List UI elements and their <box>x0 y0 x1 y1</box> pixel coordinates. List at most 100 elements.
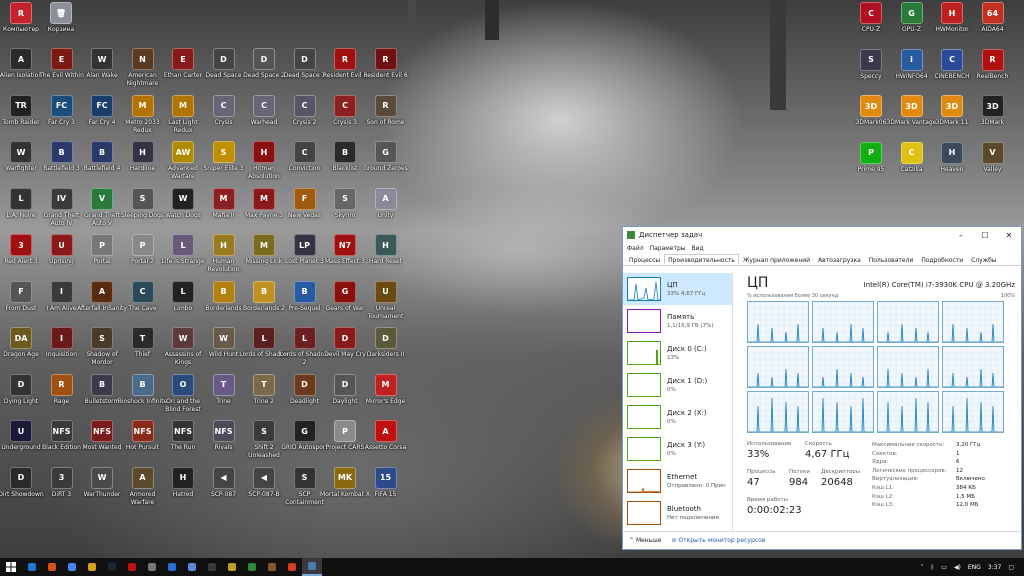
menu-file[interactable]: Файл <box>627 245 644 252</box>
tab-startup[interactable]: Автозагрузка <box>814 254 865 265</box>
desktop-icon[interactable]: D Dead Space <box>201 48 247 94</box>
desktop-icon[interactable]: D Dirt Showdown <box>0 466 44 513</box>
desktop-icon[interactable]: B Bulletstorm <box>79 373 125 420</box>
desktop-icon[interactable]: E The Evil Within <box>39 48 85 94</box>
desktop-icon[interactable]: B Borderlands 2 <box>241 280 287 327</box>
menu-options[interactable]: Параметры <box>650 245 686 252</box>
desktop-icon[interactable]: C Catzilla <box>889 141 935 188</box>
desktop-icon[interactable]: W Assassins of Kings <box>160 327 206 373</box>
desktop-icon[interactable]: T Trine 2 <box>241 373 287 420</box>
desktop-icon[interactable]: F From Dust <box>0 280 44 327</box>
title-bar[interactable]: Диспетчер задач – ☐ ✕ <box>623 227 1021 243</box>
desktop-icon[interactable]: P Portal 2 <box>120 234 166 280</box>
desktop-icon[interactable]: NFS Most Wanted <box>79 420 125 466</box>
tab-details[interactable]: Подробности <box>917 254 967 265</box>
desktop-icon[interactable]: A Armored Warfare <box>120 466 166 513</box>
desktop-icon[interactable]: i HWiNFO64 <box>889 48 935 95</box>
taskbar-app-button[interactable] <box>242 558 262 576</box>
desktop-icon[interactable]: R Resident Evil 6 <box>363 48 409 94</box>
fewer-details-button[interactable]: ⌃ Меньше <box>629 537 661 544</box>
task-manager-window[interactable]: Диспетчер задач – ☐ ✕ Файл Параметры Вид… <box>622 226 1022 550</box>
desktop-icon[interactable]: N American Nightmare <box>120 48 166 94</box>
desktop-icon[interactable]: D Daylight <box>322 373 368 420</box>
desktop-icon[interactable]: D Devil May Cry <box>322 327 368 373</box>
desktop-icon[interactable]: 3D 3DMark06 <box>848 95 894 141</box>
resource-item[interactable]: Диск 1 (D:) 0% <box>623 369 732 401</box>
desktop-icon[interactable]: R Resident Evil 5 <box>322 48 368 94</box>
desktop-icon[interactable]: D Dead Space 3 <box>282 48 328 94</box>
desktop-icon[interactable]: H Human Revolution <box>201 234 247 280</box>
desktop-icon[interactable]: NFS The Run <box>160 420 206 466</box>
taskbar-app-button[interactable] <box>142 558 162 576</box>
tab-users[interactable]: Пользователи <box>865 254 918 265</box>
desktop-icon[interactable]: 🗑 Корзина <box>38 2 84 48</box>
minimize-button[interactable]: – <box>949 227 973 243</box>
desktop-icon[interactable]: G GPU-Z <box>889 2 935 48</box>
desktop-icon[interactable]: D Dying Light <box>0 373 44 420</box>
desktop-icon[interactable]: P Prime 95 <box>848 141 894 188</box>
tab-performance[interactable]: Производительность <box>664 254 739 265</box>
desktop-icon[interactable]: SSCP Containment Breach <box>282 466 328 513</box>
desktop-icon[interactable]: M Mafia II <box>201 187 247 234</box>
desktop-icon[interactable]: U Unreal Tournament <box>363 280 409 327</box>
taskbar-app-button[interactable] <box>222 558 242 576</box>
desktop-icon[interactable]: B Pre-Sequel <box>282 280 328 327</box>
desktop-icon[interactable]: L Lords of Shadow 2 <box>280 327 329 373</box>
desktop-icon[interactable]: D Dead Space 2 <box>241 48 287 94</box>
desktop-icon[interactable]: P Portal <box>79 234 125 280</box>
start-button[interactable] <box>0 558 22 576</box>
resource-item[interactable]: Ethernet Отправлено: 0 Прин <box>623 465 732 497</box>
desktop-icon[interactable]: 64 AIDA64 <box>970 2 1016 48</box>
tray-up-arrow-icon[interactable]: ˄ <box>921 564 924 571</box>
desktop-icon[interactable]: U Uprising <box>39 234 85 280</box>
desktop-icon[interactable]: FC Far Cry 3 <box>39 94 85 141</box>
volume-icon[interactable]: ◀) <box>954 564 961 571</box>
language-indicator[interactable]: ENG <box>968 564 981 571</box>
desktop-icon[interactable]: 3D 3DMark 11 <box>929 95 975 141</box>
desktop-icon[interactable]: S Sleeping Dogs <box>120 187 166 234</box>
desktop-icon[interactable]: M Mirror's Edge <box>363 373 409 420</box>
desktop-icon[interactable]: O Ori and the Blind Forest <box>160 373 206 420</box>
desktop-icon[interactable]: M Missing Link <box>241 234 287 280</box>
desktop-icon[interactable]: B Battlefield 3 <box>39 141 85 187</box>
taskbar-app-button[interactable] <box>302 558 322 576</box>
taskbar-app-button[interactable] <box>262 558 282 576</box>
taskbar-app-button[interactable] <box>162 558 182 576</box>
desktop-icon[interactable]: S Speccy <box>848 48 894 95</box>
desktop-icon[interactable]: A Afterfall InSanity <box>77 280 127 327</box>
desktop-icon[interactable]: S Shift 2 Unleashed <box>241 420 287 466</box>
desktop-icon[interactable]: D Darksiders II <box>363 327 409 373</box>
desktop-icon[interactable]: F New Vegas <box>282 187 328 234</box>
desktop-icon[interactable]: NFS Black Edition <box>39 420 85 466</box>
desktop-icon[interactable]: A Unity <box>363 187 409 234</box>
desktop-icon[interactable]: H Heaven <box>929 141 975 188</box>
resource-item[interactable]: Память 1,1/15,9 ГБ (7%) <box>623 305 732 337</box>
resource-monitor-link[interactable]: ⊘ Открыть монитор ресурсов <box>671 537 765 544</box>
desktop-icon[interactable]: R Rage <box>39 373 85 420</box>
desktop-icon[interactable]: C Crysis <box>201 94 247 141</box>
desktop-icon[interactable]: C CPU-Z <box>848 2 894 48</box>
desktop-icon[interactable]: AW Advanced Warfare <box>160 141 206 187</box>
taskbar-app-button[interactable] <box>122 558 142 576</box>
desktop-icon[interactable]: 3 DiRT 3 <box>39 466 85 513</box>
clock[interactable]: 3:37 <box>988 564 1001 571</box>
tab-services[interactable]: Службы <box>967 254 1000 265</box>
desktop-icon[interactable]: LP Lost Planet 3 <box>282 234 328 280</box>
desktop-icon[interactable]: NFS Hot Pursuit <box>120 420 166 466</box>
desktop-icon[interactable]: B Blacklist <box>322 141 368 187</box>
desktop-icon[interactable]: L Limbo <box>160 280 206 327</box>
network-icon[interactable]: ▭ <box>941 564 947 571</box>
desktop-icon[interactable]: 3 Red Alert 3 <box>0 234 44 280</box>
desktop-icon[interactable]: R RealBench <box>970 48 1016 95</box>
desktop-icon[interactable]: B Battlefield 4 <box>79 141 125 187</box>
desktop-icon[interactable]: C Crysis 2 <box>282 94 328 141</box>
resource-item[interactable]: Диск 0 (C:) 13% <box>623 337 732 369</box>
desktop-icon[interactable]: 15 FIFA 15 <box>363 466 409 513</box>
tab-app-history[interactable]: Журнал приложений <box>739 254 814 265</box>
desktop-icon[interactable]: MK Mortal Kombat X <box>320 466 370 513</box>
menu-view[interactable]: Вид <box>692 245 704 252</box>
desktop-icon[interactable]: ◀ SCP-087 <box>201 466 247 513</box>
taskbar-app-button[interactable] <box>42 558 62 576</box>
desktop-icon[interactable]: S Skyrim <box>322 187 368 234</box>
desktop-icon[interactable]: D Deadlight <box>282 373 328 420</box>
